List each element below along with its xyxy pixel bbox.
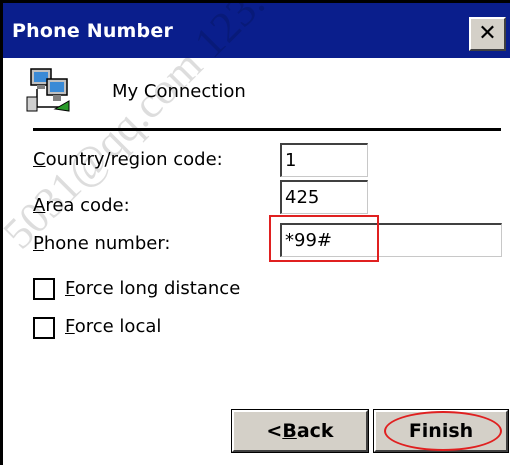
title-bar: Phone Number ✕ [3,3,510,58]
force-local-label: Force local [65,316,162,337]
country-code-input[interactable]: 1 [280,143,368,177]
force-long-distance-checkbox[interactable] [33,278,55,300]
force-local-checkbox[interactable] [33,317,55,339]
phone-number-dialog: Phone Number ✕ My Connection Country/reg… [0,0,510,465]
force-long-distance-label: Force long distance [65,278,241,299]
annotation-highlight [269,215,379,262]
window-title: Phone Number [12,20,174,42]
phone-number-label: Phone number: [33,233,171,254]
area-code-input[interactable]: 425 [280,180,368,214]
country-code-label: Country/region code: [33,149,223,170]
divider [33,128,501,131]
annotation-ellipse [384,411,502,451]
close-button[interactable]: ✕ [469,17,506,51]
network-connection-icon [26,68,70,112]
connection-name: My Connection [112,81,246,102]
area-code-label: Area code: [33,195,130,216]
back-button[interactable]: < Back [231,409,369,453]
close-icon: ✕ [478,21,497,46]
